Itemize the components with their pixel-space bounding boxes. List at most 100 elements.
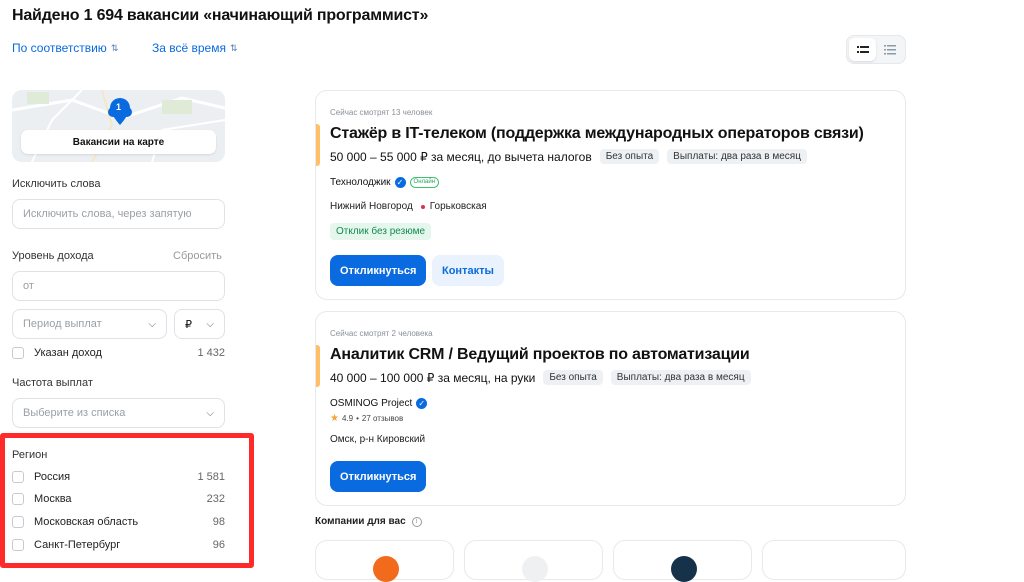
info-icon[interactable]: i: [411, 516, 422, 527]
reviews-count: 27 отзывов: [361, 414, 404, 423]
rating-value: 4.9: [341, 414, 354, 423]
region-item-label: Россия: [34, 471, 71, 483]
region-item-russia[interactable]: Россия 1 581: [12, 471, 225, 483]
income-specified-label: Указан доход: [34, 347, 102, 359]
vacancy-title-link[interactable]: Аналитик CRM / Ведущий проектов по автом…: [330, 346, 750, 364]
region-item-label: Москва: [34, 493, 72, 505]
company-card[interactable]: [762, 540, 906, 580]
vacancy-city: Нижний Новгород: [330, 201, 413, 212]
apply-button[interactable]: Откликнуться: [330, 461, 427, 492]
compact-list-icon: [883, 44, 896, 54]
region-item-moscow[interactable]: Москва 232: [12, 493, 225, 505]
pay-frequency-label: Частота выплат: [12, 377, 93, 389]
employer-rating[interactable]: ★ 4.9 • 27 отзывов: [330, 413, 403, 424]
exclude-words-label: Исключить слова: [12, 178, 101, 190]
checkbox[interactable]: [12, 539, 24, 551]
list-view-button[interactable]: [849, 38, 876, 61]
list-icon: [856, 45, 869, 53]
region-item-saint-petersburg[interactable]: Санкт-Петербург 96: [12, 539, 225, 551]
rating-separator: •: [356, 414, 359, 423]
vacancy-salary: 50 000 – 55 000 ₽ за месяц, до вычета на…: [330, 149, 592, 164]
company-logo: [671, 556, 697, 582]
income-level-label: Уровень дохода: [12, 250, 94, 262]
highlight-bar: [316, 124, 320, 166]
verified-icon: ✓: [416, 398, 428, 409]
compact-view-button[interactable]: [876, 38, 903, 61]
currency-value: ₽: [185, 318, 192, 331]
highlight-bar: [316, 345, 320, 387]
region-item-label: Московская область: [34, 516, 139, 528]
region-item-count: 1 581: [197, 471, 225, 483]
region-item-label: Санкт-Петербург: [34, 539, 121, 551]
watching-count: Сейчас смотрят 2 человека: [330, 329, 433, 338]
no-resume-badge: Отклик без резюме: [330, 223, 432, 240]
currency-select[interactable]: ₽ ⌵: [174, 309, 225, 339]
map-vacancies-button[interactable]: Вакансии на карте: [21, 130, 216, 154]
sort-relevance-dropdown[interactable]: По соответствию ⇅: [12, 41, 118, 55]
income-specified-checkbox-row[interactable]: Указан доход 1 432: [12, 347, 225, 359]
payment-tag: Выплаты: два раза в месяц: [667, 149, 807, 164]
pay-frequency-select[interactable]: Выберите из списка ⌵: [12, 398, 225, 428]
exclude-words-placeholder: Исключить слова, через запятую: [23, 208, 192, 220]
apply-button[interactable]: Откликнуться: [330, 255, 427, 286]
sort-relevance-label: По соответствию: [12, 41, 107, 55]
vacancy-salary: 40 000 – 100 000 ₽ за месяц, на руки: [330, 370, 536, 385]
sort-period-dropdown[interactable]: За всё время ⇅: [152, 41, 238, 55]
chevron-updown-icon: ⇅: [229, 42, 238, 53]
vacancy-metro: Горьковская: [429, 201, 487, 212]
star-icon: ★: [330, 413, 339, 424]
vacancy-salary-row: 50 000 – 55 000 ₽ за месяц, до вычета на…: [330, 149, 807, 164]
income-specified-count: 1 432: [197, 347, 225, 359]
company-logo: [522, 556, 548, 582]
watching-count: Сейчас смотрят 13 человек: [330, 108, 433, 117]
map-pin-count: 1: [116, 102, 122, 112]
chevron-down-icon: ⌵: [206, 407, 214, 419]
checkbox[interactable]: [12, 493, 24, 505]
employer-row: Технолоджик ✓ Онлайн: [330, 177, 440, 188]
employer-name-link[interactable]: OSMINOG Project: [330, 398, 412, 409]
company-logo: [373, 556, 399, 582]
online-badge: Онлайн: [409, 177, 440, 188]
income-from-input[interactable]: от: [12, 271, 225, 301]
pay-frequency-placeholder: Выберите из списка: [23, 407, 126, 419]
company-card[interactable]: [315, 540, 454, 582]
page-title: Найдено 1 694 вакансии «начинающий прогр…: [12, 7, 429, 24]
chevron-updown-icon: ⇅: [110, 42, 119, 53]
payment-period-select[interactable]: Период выплат ⌵: [12, 309, 167, 339]
region-item-count: 232: [206, 493, 225, 505]
region-item-moscow-oblast[interactable]: Московская область 98: [12, 516, 225, 528]
company-card[interactable]: [464, 540, 603, 582]
checkbox[interactable]: [12, 471, 24, 483]
verified-icon: ✓: [394, 177, 406, 188]
experience-tag: Без опыта: [543, 370, 603, 385]
region-item-count: 96: [212, 539, 225, 551]
payment-period-placeholder: Период выплат: [23, 318, 102, 330]
contacts-button[interactable]: Контакты: [432, 255, 504, 286]
company-card[interactable]: [613, 540, 752, 582]
vacancy-title-link[interactable]: Стажёр в IT-телеком (поддержка междунаро…: [330, 125, 864, 143]
employer-name-link[interactable]: Технолоджик: [330, 177, 391, 188]
checkbox[interactable]: [12, 516, 24, 528]
region-item-count: 98: [212, 516, 225, 528]
companies-label: Компании для вас: [315, 516, 406, 527]
metro-icon: [420, 204, 425, 209]
view-toggle: [846, 35, 906, 64]
map-preview[interactable]: 1 Вакансии на карте: [12, 90, 225, 162]
sort-period-label: За всё время: [152, 41, 226, 55]
income-reset-link[interactable]: Сбросить: [173, 250, 222, 262]
payment-tag: Выплаты: два раза в месяц: [610, 370, 751, 385]
region-label: Регион: [12, 449, 48, 461]
location-row: Омск, р-н Кировский: [330, 434, 425, 445]
exclude-words-input[interactable]: Исключить слова, через запятую: [12, 199, 225, 229]
vacancy-city: Омск, р-н Кировский: [330, 434, 426, 445]
location-row: Нижний Новгород Горьковская: [330, 201, 487, 212]
vacancy-card[interactable]: Сейчас смотрят 2 человека Аналитик CRM /…: [315, 311, 906, 506]
employer-row: OSMINOG Project ✓: [330, 398, 428, 409]
vacancy-salary-row: 40 000 – 100 000 ₽ за месяц, на руки Без…: [330, 370, 751, 385]
chevron-down-icon: ⌵: [206, 318, 214, 330]
income-from-placeholder: от: [23, 280, 34, 292]
companies-section-title: Компании для вас i: [315, 516, 422, 527]
vacancy-card[interactable]: Сейчас смотрят 13 человек Стажёр в IT-те…: [315, 90, 906, 300]
checkbox[interactable]: [12, 347, 24, 359]
chevron-down-icon: ⌵: [148, 318, 156, 330]
